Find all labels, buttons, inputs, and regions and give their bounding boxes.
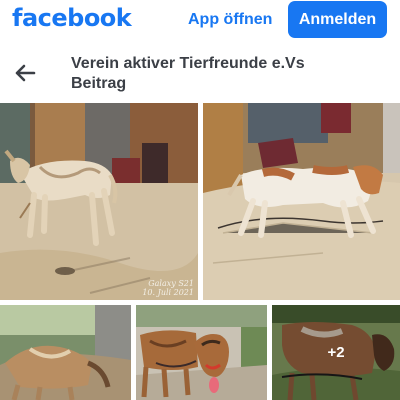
page-title: Verein aktiver Tierfreunde e.Vs Beitrag bbox=[71, 54, 305, 94]
post-label: Beitrag bbox=[71, 75, 127, 92]
photo-gallery: Galaxy S21 10. Juli 2021 +2 bbox=[0, 103, 400, 400]
photo-5[interactable]: +2 bbox=[272, 305, 400, 400]
facebook-logo[interactable]: facebook bbox=[12, 4, 132, 32]
arrow-left-icon[interactable] bbox=[14, 63, 36, 83]
photo-3[interactable] bbox=[0, 305, 131, 400]
group-name[interactable]: Verein aktiver Tierfreunde e.Vs bbox=[71, 54, 305, 74]
login-button[interactable]: Anmelden bbox=[288, 1, 387, 38]
photo-1[interactable]: Galaxy S21 10. Juli 2021 bbox=[0, 103, 198, 300]
post-header: Verein aktiver Tierfreunde e.Vs Beitrag bbox=[0, 44, 400, 102]
more-photos-overlay[interactable]: +2 bbox=[272, 305, 400, 400]
photo-4[interactable] bbox=[136, 305, 267, 400]
open-app-link[interactable]: App öffnen bbox=[188, 11, 272, 29]
photo-2[interactable] bbox=[203, 103, 400, 300]
top-bar: facebook App öffnen Anmelden bbox=[0, 0, 400, 44]
photo-watermark: Galaxy S21 10. Juli 2021 bbox=[142, 279, 194, 297]
